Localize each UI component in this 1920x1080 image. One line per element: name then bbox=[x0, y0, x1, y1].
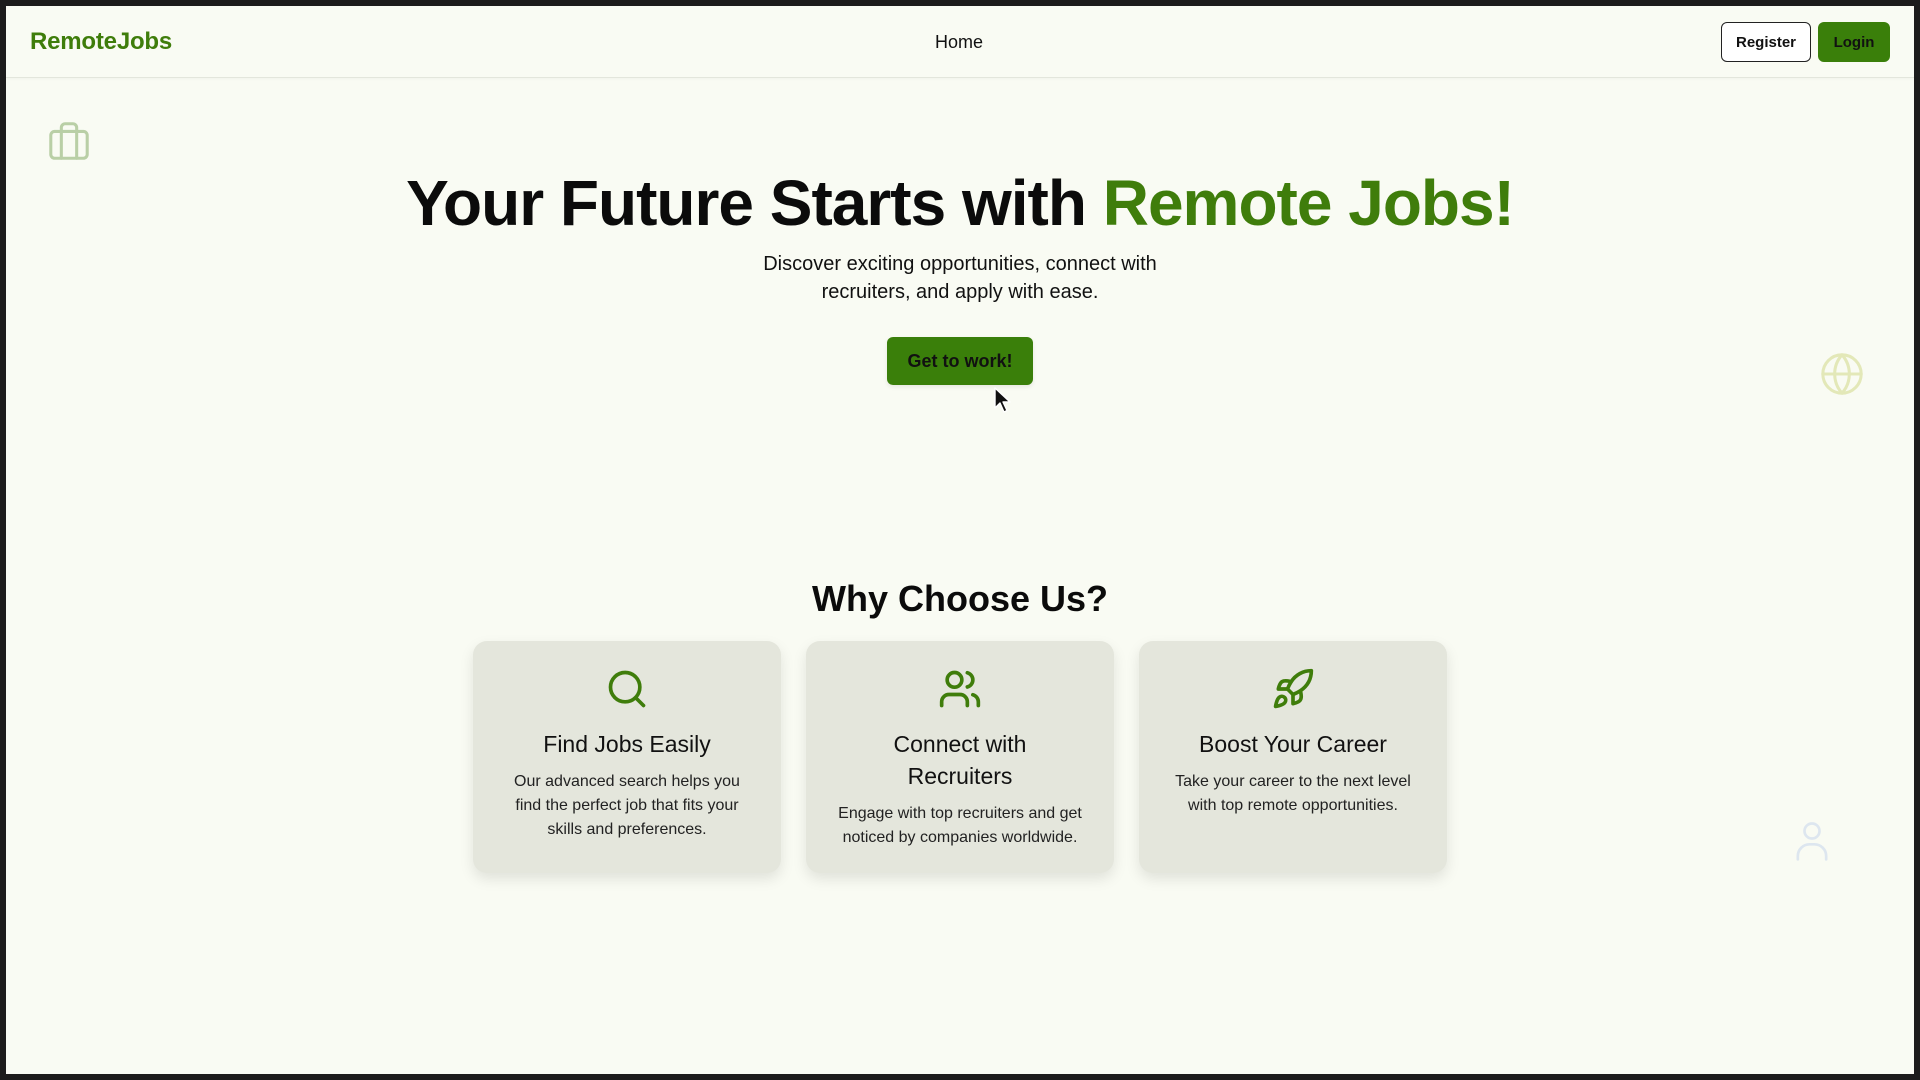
feature-card-description: Our advanced search helps you find the p… bbox=[514, 773, 740, 838]
users-icon bbox=[937, 667, 983, 716]
mouse-cursor-icon bbox=[993, 386, 1013, 421]
nav-home-link[interactable]: Home bbox=[935, 32, 983, 53]
navbar: RemoteJobs Home Register Login bbox=[6, 6, 1914, 78]
feature-card-description: Engage with top recruiters and get notic… bbox=[838, 805, 1082, 846]
feature-card-title: Find Jobs Easily bbox=[543, 731, 711, 757]
get-to-work-button[interactable]: Get to work! bbox=[887, 337, 1033, 385]
feature-card-find-jobs: Find Jobs Easily Our advanced search hel… bbox=[473, 641, 781, 873]
hero-title-accent: Remote Jobs! bbox=[1102, 167, 1515, 239]
why-choose-us-heading: Why Choose Us? bbox=[811, 578, 1108, 619]
hero-title: Your Future Starts with Remote Jobs! bbox=[6, 166, 1914, 240]
user-icon bbox=[1792, 818, 1832, 864]
rocket-icon bbox=[1271, 667, 1315, 716]
login-button[interactable]: Login bbox=[1818, 22, 1890, 62]
briefcase-icon bbox=[46, 118, 92, 164]
page: RemoteJobs Home Register Login Your Futu… bbox=[6, 6, 1914, 1074]
feature-card-title: Connect with Recruiters bbox=[893, 731, 1027, 789]
feature-card-boost-career: Boost Your Career Take your career to th… bbox=[1139, 641, 1447, 873]
feature-card-connect-recruiters: Connect with Recruiters Engage with top … bbox=[806, 641, 1114, 873]
search-icon bbox=[605, 667, 649, 716]
hero-subtitle: Discover exciting opportunities, connect… bbox=[763, 253, 1157, 303]
register-button[interactable]: Register bbox=[1721, 22, 1811, 62]
hero-title-main: Your Future Starts with bbox=[406, 167, 1103, 239]
feature-card-title: Boost Your Career bbox=[1199, 731, 1387, 757]
globe-icon bbox=[1819, 351, 1865, 397]
feature-card-description: Take your career to the next level with … bbox=[1175, 773, 1411, 814]
brand-logo[interactable]: RemoteJobs bbox=[30, 28, 172, 56]
